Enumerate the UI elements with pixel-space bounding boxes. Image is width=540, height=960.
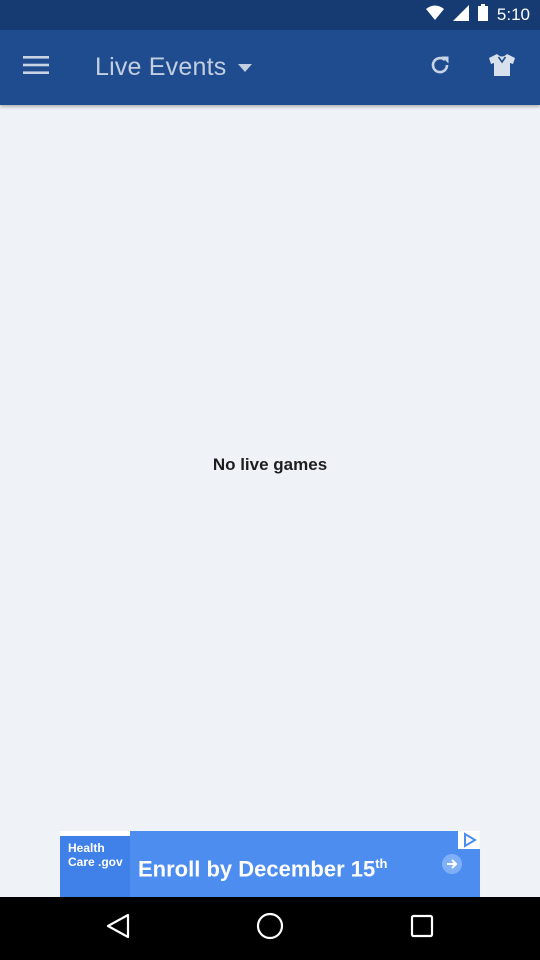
- ad-choices-button[interactable]: [458, 831, 480, 849]
- ad-banner[interactable]: Health Care .gov Enroll by December 15th: [60, 831, 480, 897]
- recents-button[interactable]: [407, 913, 437, 943]
- healthcare-gov-logo: Health Care .gov: [60, 831, 130, 897]
- app-bar: Live Events: [0, 30, 540, 105]
- ad-headline: Enroll by December 15th: [138, 831, 388, 897]
- back-triangle-icon: [106, 913, 130, 944]
- home-circle-icon: [256, 912, 284, 945]
- page-title: Live Events: [95, 53, 227, 81]
- battery-icon: [477, 4, 488, 26]
- arrow-right-circle-icon: [442, 854, 462, 874]
- jersey-button[interactable]: [484, 49, 520, 85]
- ad-headline-suffix: th: [375, 856, 388, 871]
- ad-choices-icon: [458, 832, 480, 853]
- menu-button[interactable]: [18, 49, 54, 85]
- home-button[interactable]: [255, 912, 285, 945]
- recents-square-icon: [410, 914, 434, 943]
- status-bar: 5:10: [0, 0, 540, 30]
- signal-icon: [452, 4, 469, 26]
- ad-logo-text: Health Care .gov: [68, 841, 123, 869]
- logo-stripe: [60, 831, 130, 836]
- status-icons: 5:10: [425, 0, 530, 30]
- jersey-icon: [489, 53, 515, 81]
- system-nav-bar: [0, 897, 540, 960]
- status-time: 5:10: [496, 5, 530, 24]
- back-button[interactable]: [103, 913, 133, 943]
- hamburger-menu-icon: [23, 55, 49, 79]
- refresh-icon: [428, 53, 452, 82]
- refresh-button[interactable]: [422, 49, 458, 85]
- ad-headline-text: Enroll by December 15: [138, 856, 376, 882]
- wifi-icon: [425, 5, 444, 26]
- caret-down-icon: [238, 59, 253, 77]
- empty-state-message: No live games: [212, 455, 328, 474]
- event-type-dropdown[interactable]: Live Events: [95, 30, 253, 105]
